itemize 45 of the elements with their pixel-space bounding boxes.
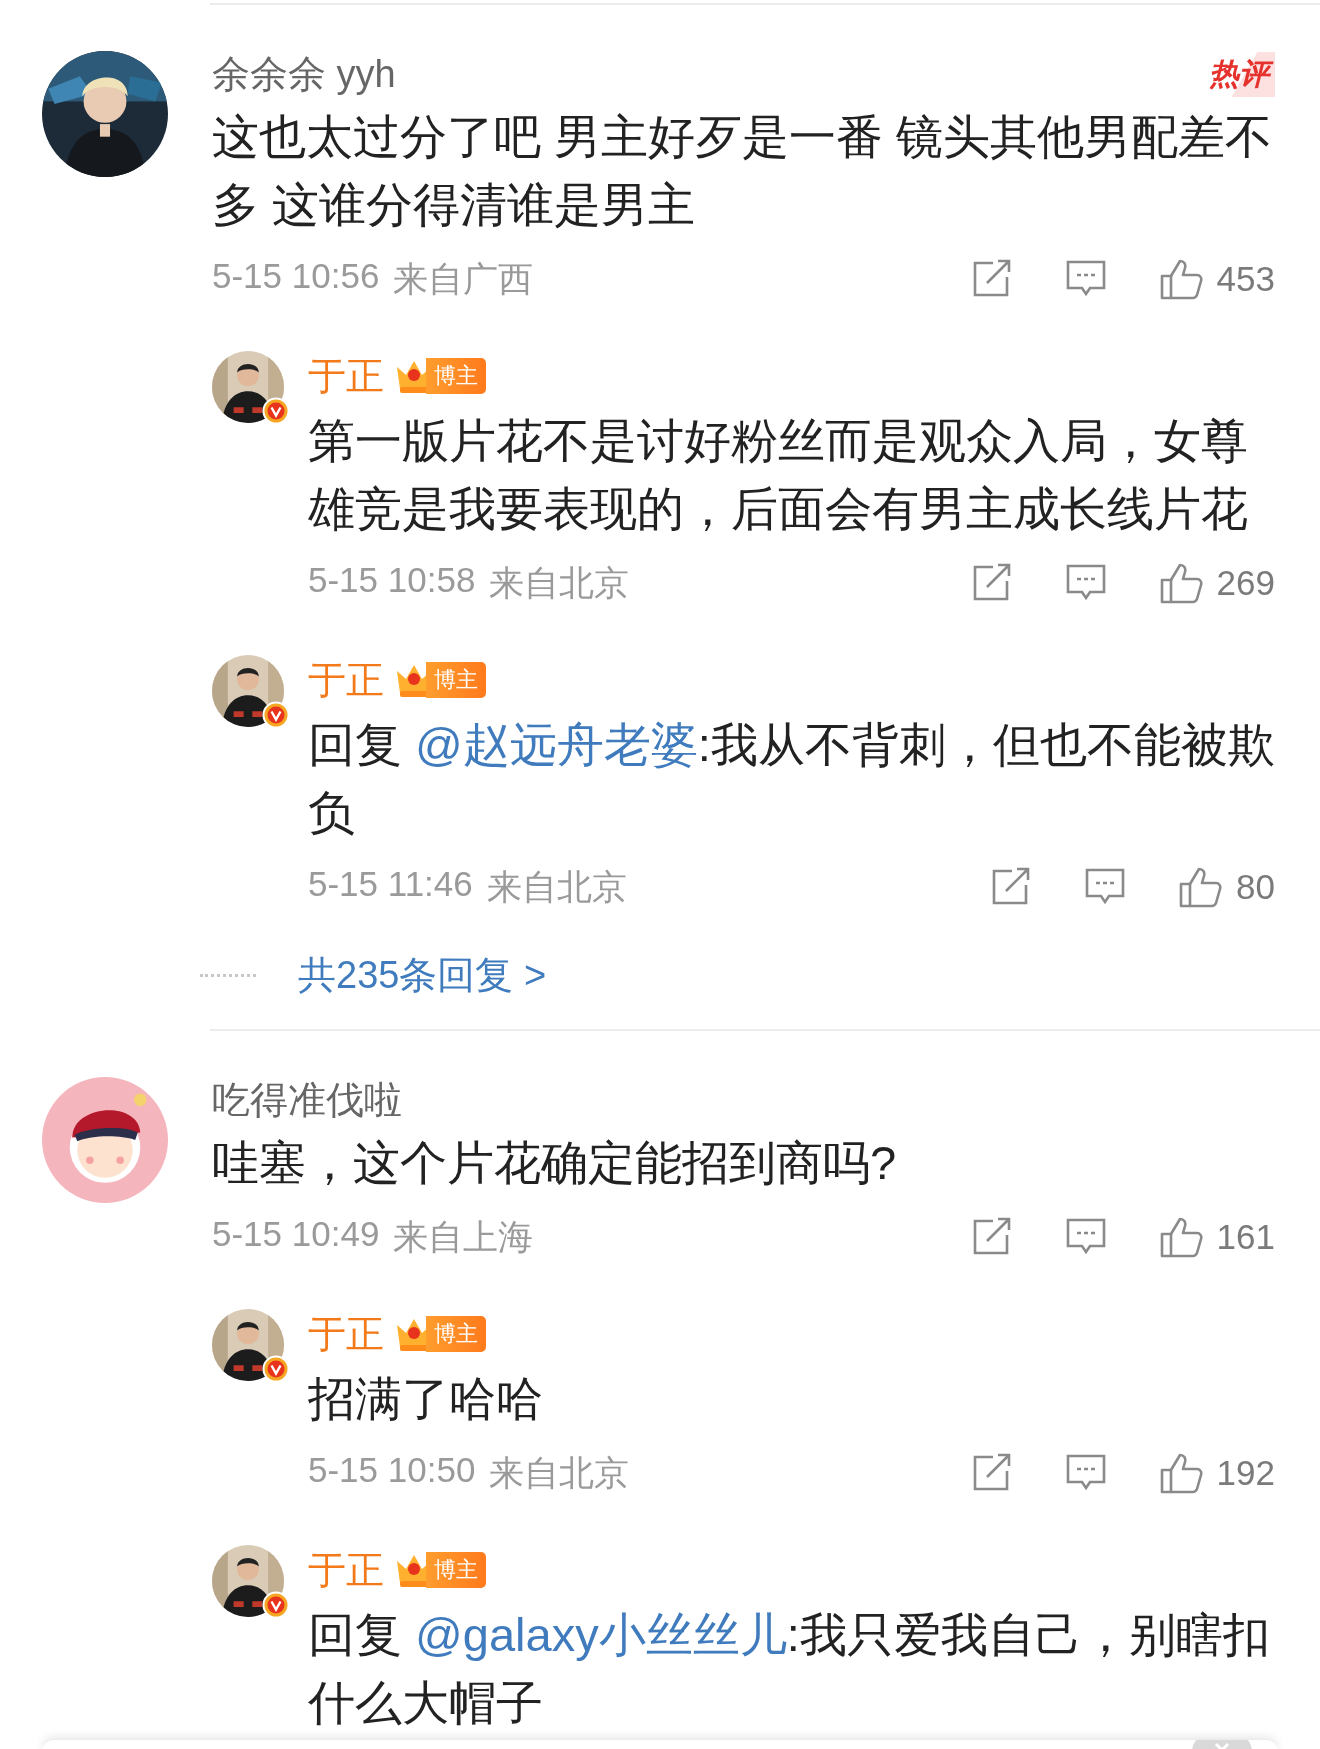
- comment-text: 哇塞，这个片花确定能招到商吗?: [212, 1135, 898, 1191]
- timestamp: 5-15 10:58: [308, 559, 476, 601]
- blogger-badge: 博主: [426, 1316, 486, 1352]
- like-count: 453: [1216, 259, 1275, 299]
- location: 来自北京: [486, 865, 627, 908]
- location: 来自上海: [393, 1215, 534, 1258]
- comment-icon[interactable]: [1084, 867, 1127, 907]
- like-count: 80: [1236, 867, 1275, 907]
- username[interactable]: 于正: [308, 1544, 384, 1596]
- thumbs-up-icon[interactable]: [1158, 1452, 1203, 1494]
- mention-link[interactable]: @galaxy小丝丝儿: [415, 1608, 787, 1661]
- timestamp: 5-15 10:50: [308, 1449, 476, 1491]
- username[interactable]: 于正: [308, 654, 384, 706]
- comment-icon[interactable]: [1064, 563, 1107, 603]
- timestamp: 5-15 10:56: [212, 255, 380, 297]
- more-replies-link[interactable]: 共235条回复 >: [298, 949, 547, 1001]
- comment-text: 回复 @galaxy小丝丝儿:我只爱我自己，别瞎扣什么大帽子: [308, 1607, 1271, 1731]
- blogger-badge: 博主: [426, 662, 486, 698]
- like-count: 192: [1216, 1453, 1275, 1493]
- comment-text: 回复 @赵远舟老婆:我从不背刺，但也不能被欺负: [308, 717, 1275, 841]
- username[interactable]: 吃得准伐啦: [212, 1074, 402, 1126]
- blogger-badge: 博主: [426, 1552, 486, 1588]
- location: 来自北京: [489, 1451, 630, 1494]
- thumbs-up-icon[interactable]: [1158, 562, 1203, 604]
- thumbs-up-icon[interactable]: [1158, 258, 1203, 300]
- timestamp: 5-15 11:46: [308, 863, 473, 905]
- comment-text: 招满了哈哈: [308, 1371, 544, 1427]
- comment-icon[interactable]: [1064, 1217, 1107, 1257]
- comment-icon[interactable]: [1064, 259, 1107, 299]
- like-count: 269: [1216, 563, 1275, 603]
- comment-text: 第一版片花不是讨好粉丝而是观众入局，女尊雄竞是我要表现的，后面会有男主成长线片花: [308, 413, 1249, 537]
- blogger-badge: 博主: [426, 358, 486, 394]
- username[interactable]: 于正: [308, 1308, 384, 1360]
- comment-text: 这也太过分了吧 男主好歹是一番 镜头其他男配差不多 这谁分得清谁是男主: [212, 109, 1274, 233]
- comment-icon[interactable]: [1064, 1453, 1107, 1493]
- like-count: 161: [1216, 1217, 1275, 1257]
- location: 来自北京: [489, 561, 630, 604]
- timestamp: 5-15 10:49: [212, 1213, 380, 1255]
- mention-link[interactable]: @赵远舟老婆: [415, 718, 698, 771]
- location: 来自广西: [393, 257, 534, 300]
- avatar-icon: [42, 1077, 168, 1203]
- username[interactable]: 于正: [308, 350, 384, 402]
- username[interactable]: 余余余 yyh: [212, 48, 396, 100]
- thumbs-up-icon[interactable]: [1158, 1216, 1203, 1258]
- thumbs-up-icon[interactable]: [1178, 866, 1223, 908]
